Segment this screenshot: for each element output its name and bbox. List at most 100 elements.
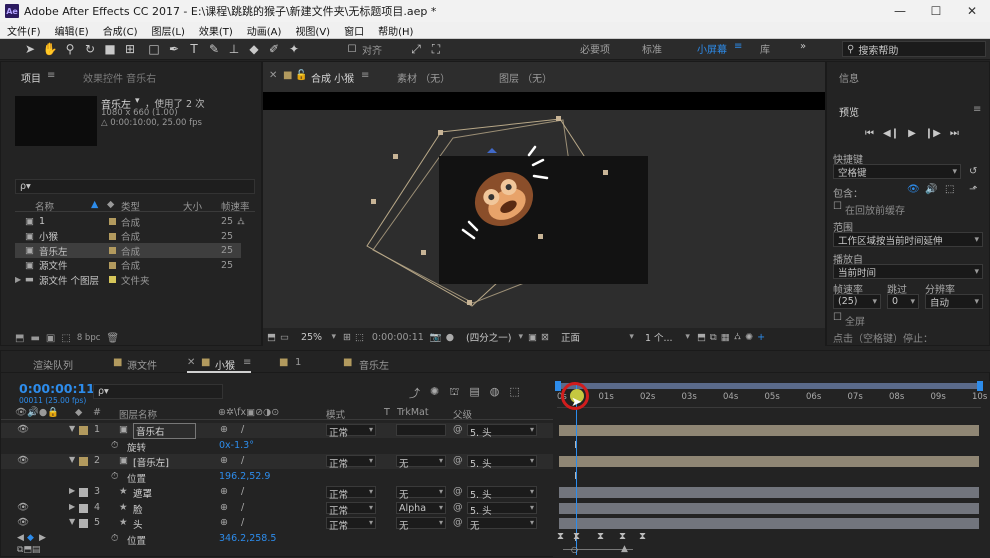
- layer-label-swatch[interactable]: [79, 426, 88, 435]
- brush-tool-icon[interactable]: ✎: [206, 41, 222, 57]
- interpret-footage-icon[interactable]: ⬒: [15, 333, 24, 344]
- layer-label-swatch[interactable]: [79, 519, 88, 528]
- tab-layer[interactable]: 图层 （无）: [499, 70, 552, 85]
- rotate-tool-icon[interactable]: ↻: [82, 41, 98, 57]
- layer-row[interactable]: 👁 ▼ 1 ▣ 音乐右 ⊕ / 正常 ▾ @5. 头 ▾: [1, 423, 553, 439]
- lock-icon[interactable]: 🔓: [295, 70, 307, 81]
- expand-panes-icon[interactable]: ⧉⬒▤: [17, 545, 40, 555]
- shortcut-select[interactable]: 空格键: [833, 164, 961, 179]
- fps-select[interactable]: (25): [833, 294, 881, 309]
- cache-checkbox[interactable]: ☐: [833, 201, 842, 212]
- layer-name[interactable]: 脸: [133, 502, 143, 516]
- motion-blur-icon[interactable]: ◍: [490, 385, 500, 401]
- menu-view[interactable]: 视图(V): [288, 23, 337, 38]
- eraser-tool-icon[interactable]: ◆: [246, 41, 262, 57]
- new-comp-icon[interactable]: ▣: [46, 333, 55, 344]
- timeline-menu-icon[interactable]: ≡: [243, 357, 251, 368]
- col-trkmat[interactable]: TrkMat: [397, 407, 429, 418]
- property-row[interactable]: ⏱ 旋转 0x-1.3°: [1, 439, 553, 454]
- prev-frame-icon[interactable]: ◀❙: [883, 128, 899, 139]
- minimize-button[interactable]: —: [882, 0, 918, 22]
- comp-flowchart-icon[interactable]: ⤴: [409, 385, 420, 401]
- include-audio-icon[interactable]: 🔊: [925, 184, 937, 195]
- pan-behind-tool-icon[interactable]: ⊞: [122, 41, 138, 57]
- layer-label-swatch[interactable]: [79, 503, 88, 513]
- work-area-end[interactable]: [977, 381, 983, 391]
- label-swatch[interactable]: [109, 232, 116, 240]
- mode-select[interactable]: 正常 ▾: [326, 517, 376, 532]
- close-comp-tab-icon[interactable]: ✕: [269, 70, 277, 81]
- menu-layer[interactable]: 图层(L): [144, 23, 191, 38]
- project-item[interactable]: ▣ 1 合成 25: [15, 214, 241, 229]
- flowchart-icon[interactable]: ⛼: [237, 216, 245, 229]
- tab-music-left[interactable]: 音乐左: [359, 357, 389, 372]
- layer-name[interactable]: 音乐右: [133, 423, 196, 439]
- skip-select[interactable]: 0: [887, 294, 919, 309]
- expand-arrow-icon[interactable]: ▶: [15, 275, 21, 284]
- draft-3d-icon[interactable]: ✺: [430, 385, 439, 401]
- mode-select[interactable]: 正常 ▾: [326, 501, 376, 517]
- menu-composition[interactable]: 合成(C): [96, 23, 145, 38]
- first-frame-icon[interactable]: ⏮: [865, 128, 874, 139]
- snapshot-icon[interactable]: 📷: [430, 332, 442, 343]
- property-value[interactable]: 196.2,52.9: [219, 471, 270, 482]
- collapse-switch-icon[interactable]: ⊕: [220, 502, 228, 513]
- zoom-tool-icon[interactable]: ⚲: [62, 41, 78, 57]
- toggle-pixel-icon[interactable]: ⬒: [697, 332, 706, 343]
- hand-tool-icon[interactable]: ✋: [42, 41, 58, 57]
- layer-duration-bar[interactable]: [559, 487, 979, 498]
- project-search-input[interactable]: ρ▾: [15, 179, 255, 194]
- workspace-essentials[interactable]: 必要项: [580, 41, 610, 56]
- monitor-icon[interactable]: ▭: [280, 332, 289, 343]
- close-button[interactable]: ✕: [954, 0, 990, 22]
- comp-menu-icon[interactable]: ≡: [361, 70, 369, 81]
- quality-switch-icon[interactable]: /: [241, 502, 244, 513]
- pen-tool-icon[interactable]: ✒: [166, 41, 182, 57]
- item-dropdown-icon[interactable]: ▾: [135, 96, 140, 106]
- av-switches-icon[interactable]: 👁🔊●🔒: [15, 407, 59, 418]
- help-search-box[interactable]: ⚲ 搜索帮助: [842, 41, 986, 57]
- mode-select[interactable]: 正常 ▾: [326, 486, 376, 501]
- menu-effect[interactable]: 效果(T): [192, 23, 240, 38]
- tab-preview[interactable]: 预览: [839, 104, 859, 119]
- always-preview-icon[interactable]: ⬒: [267, 332, 276, 343]
- eye-icon[interactable]: 👁: [17, 424, 29, 435]
- snap-grid-icon[interactable]: ⛶: [428, 41, 444, 57]
- parent-select[interactable]: 5. 头 ▾: [467, 455, 537, 470]
- workspace-library[interactable]: 库: [760, 41, 770, 56]
- work-area-start[interactable]: [555, 381, 561, 391]
- trash-icon[interactable]: 🗑: [106, 333, 119, 344]
- pickwhip-icon[interactable]: @: [453, 455, 463, 466]
- stopwatch-icon[interactable]: ⏱: [111, 471, 118, 482]
- layer-duration-bar[interactable]: [559, 518, 979, 529]
- project-item[interactable]: ▣ 源文件 合成 25: [15, 258, 241, 273]
- project-item[interactable]: ▶ ▬ 源文件 个图层 文件夹: [15, 272, 241, 287]
- col-mode[interactable]: 模式: [326, 407, 345, 421]
- snapping-checkbox-icon[interactable]: ☐: [344, 41, 360, 57]
- views-select[interactable]: 1 个...: [641, 330, 693, 345]
- twirl-icon[interactable]: ▶: [69, 486, 75, 495]
- collapse-switch-icon[interactable]: ⊕: [220, 486, 228, 497]
- layer-name[interactable]: 遮罩: [133, 486, 152, 500]
- parent-select[interactable]: 5. 头 ▾: [467, 501, 537, 517]
- tab-footage[interactable]: 素材 （无）: [397, 70, 450, 85]
- exposure-icon[interactable]: ✺: [745, 332, 753, 343]
- trkmat-select[interactable]: 无 ▾: [396, 486, 446, 501]
- quality-switch-icon[interactable]: /: [241, 486, 244, 497]
- keyframe-icon[interactable]: ⧗: [557, 531, 564, 542]
- layer-row[interactable]: 👁 ▼ 5 ★ 头 ⊕ / 正常 ▾ 无 ▾ @ 无 ▾: [1, 516, 553, 532]
- col-size[interactable]: 大小: [183, 199, 202, 213]
- export-icon[interactable]: ⬏: [969, 184, 977, 195]
- timeline-search-input[interactable]: ρ▾: [93, 384, 223, 399]
- col-name[interactable]: 名称: [35, 199, 54, 213]
- safe-zones-icon[interactable]: ⊞: [343, 332, 351, 343]
- eye-icon[interactable]: 👁: [17, 455, 29, 466]
- preview-menu-icon[interactable]: ≡: [973, 104, 981, 115]
- layer-name[interactable]: 头: [133, 517, 143, 531]
- keyframe-icon[interactable]: ⧗: [619, 531, 626, 542]
- menu-edit[interactable]: 编辑(E): [48, 23, 96, 38]
- layer-name[interactable]: [音乐左]: [133, 455, 169, 469]
- tab-xiaohou[interactable]: 小猴: [215, 357, 235, 372]
- graph-editor-icon[interactable]: ⬚: [509, 385, 519, 401]
- label-swatch[interactable]: [109, 218, 116, 225]
